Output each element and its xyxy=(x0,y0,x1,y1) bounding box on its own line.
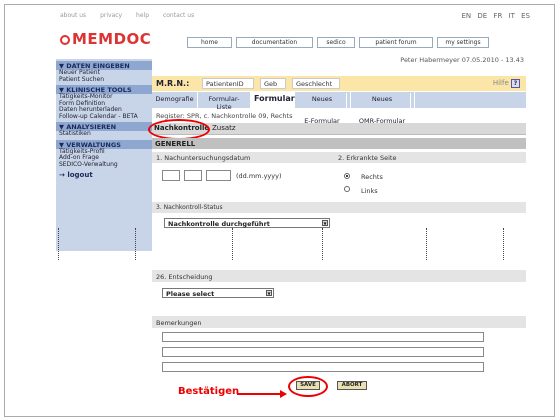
lang-en[interactable]: EN xyxy=(461,12,471,20)
annotation-arrow xyxy=(237,393,282,395)
divider xyxy=(232,228,233,260)
date-month-input[interactable] xyxy=(184,170,202,181)
divider xyxy=(322,228,323,260)
birth-field[interactable]: Geb xyxy=(260,78,286,89)
remarks-row xyxy=(152,316,526,328)
help-icon[interactable]: ? xyxy=(511,79,520,88)
abort-button[interactable]: ABORT xyxy=(337,381,367,390)
divider xyxy=(426,228,427,260)
q26-label: 26. Entscheidung xyxy=(156,273,213,281)
lang-de[interactable]: DE xyxy=(477,12,487,20)
remarks-field-3[interactable] xyxy=(162,362,484,372)
logout-link[interactable]: → logout xyxy=(56,168,152,182)
remarks-field-2[interactable] xyxy=(162,347,484,357)
radio-links[interactable] xyxy=(344,186,350,192)
user-info: Peter Habermeyer 07.05.2010 - 13.43 xyxy=(400,56,524,64)
logo-text: MEMDOC xyxy=(72,30,152,48)
main-nav: home documentation sedico patient forum … xyxy=(187,37,489,48)
nav-patient-forum[interactable]: patient forum xyxy=(359,37,433,48)
divider xyxy=(135,228,136,260)
sub-tabs: Nachkontrolle Zusatz xyxy=(148,119,526,140)
nav-my-settings[interactable]: my settings xyxy=(437,37,489,48)
date-day-input[interactable] xyxy=(162,170,180,181)
nav-documentation[interactable]: documentation xyxy=(236,37,313,48)
arrow-head-icon xyxy=(280,390,287,398)
remarks-field-1[interactable] xyxy=(162,332,484,342)
decision-select-value: Please select xyxy=(166,290,215,298)
sidebar-item-patient-suchen[interactable]: Patient Suchen xyxy=(56,76,152,84)
status-select-value: Nachkontrolle durchgeführt xyxy=(168,220,270,228)
date-year-input[interactable] xyxy=(206,170,231,181)
radio-links-label: Links xyxy=(361,187,378,195)
memdoc-logo[interactable]: MEMDOC xyxy=(60,30,151,48)
lang-it[interactable]: IT xyxy=(509,12,515,20)
decision-select[interactable]: Please select ▼ xyxy=(162,288,274,298)
patient-bar: M.R.N.: PatientenID Geb Geschlecht Hilfe… xyxy=(152,76,526,91)
q1-label: 1. Nachuntersuchungsdatum xyxy=(156,154,251,162)
sidebar: ▼ DATEN EINGEBEN Neuer Patient Patient S… xyxy=(56,59,152,251)
radio-rechts-label: Rechts xyxy=(361,173,383,181)
tab-neues-e-formular[interactable]: Neues E-Formular xyxy=(295,92,351,131)
nav-sedico[interactable]: sedico xyxy=(317,37,355,48)
tab-neues-omr-formular[interactable]: Neues OMR-Formular xyxy=(351,92,415,131)
annotation-circle-save xyxy=(288,376,328,397)
lang-fr[interactable]: FR xyxy=(493,12,502,20)
nav-home[interactable]: home xyxy=(187,37,232,48)
divider xyxy=(503,228,504,260)
chevron-down-icon: ▼ xyxy=(322,220,328,226)
subtab-zusatz[interactable]: Zusatz xyxy=(212,124,236,132)
sidebar-item-statistiken[interactable]: Statistiken xyxy=(56,130,152,138)
mrn-label: M.R.N.: xyxy=(156,79,190,88)
annotation-label: Bestätigen xyxy=(178,386,240,397)
logo-ring-icon xyxy=(60,35,70,45)
remarks-label: Bemerkungen xyxy=(156,319,202,327)
section-generell: GENERELL xyxy=(152,138,526,149)
tab-demografie[interactable]: Demografie xyxy=(152,92,198,108)
link-about[interactable]: about us xyxy=(60,12,86,19)
gender-field[interactable]: Geschlecht xyxy=(292,78,340,89)
link-privacy[interactable]: privacy xyxy=(100,12,122,19)
divider xyxy=(58,228,59,260)
sidebar-item-calendar[interactable]: Follow-up Calendar - BETA xyxy=(56,113,152,121)
lang-es[interactable]: ES xyxy=(521,12,530,20)
link-help[interactable]: help xyxy=(136,12,149,19)
status-select[interactable]: Nachkontrolle durchgeführt ▼ xyxy=(164,218,330,228)
q2-label: 2. Erkrankte Seite xyxy=(338,154,397,162)
form-tabs: Demografie Formular-Liste Formular Neues… xyxy=(152,92,526,131)
patient-id-field[interactable]: PatientenID xyxy=(202,78,254,89)
help-link[interactable]: Hilfe ? xyxy=(493,79,520,88)
q3-label: 3. Nachkontroll-Status xyxy=(156,204,223,211)
top-links-bar: about us privacy help contact us EN DE F… xyxy=(60,12,530,26)
tab-formular[interactable]: Formular xyxy=(251,92,295,108)
tab-formular-liste[interactable]: Formular-Liste xyxy=(198,92,251,111)
radio-rechts[interactable] xyxy=(344,173,350,179)
date-format-hint: (dd.mm.yyyy) xyxy=(236,172,282,180)
link-contact[interactable]: contact us xyxy=(163,12,194,19)
chevron-down-icon: ▼ xyxy=(266,290,272,296)
annotation-circle-tab xyxy=(148,119,210,140)
